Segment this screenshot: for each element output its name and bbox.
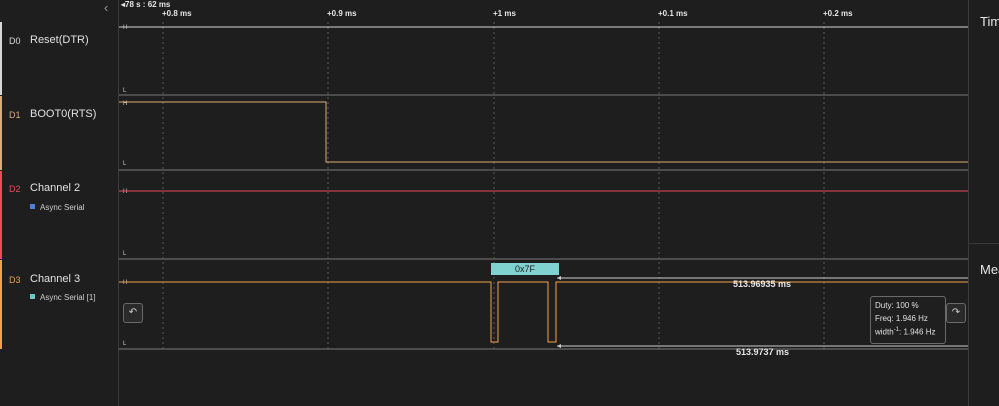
ruler-time-readout: ◂78 s : 62 ms (121, 0, 171, 9)
analyzer-color-swatch (30, 204, 35, 209)
tick-label: +0.2 ms (823, 9, 853, 18)
analyzer-label: Async Serial (40, 203, 85, 212)
d3-waveform[interactable] (119, 281, 968, 343)
tooltip-width: width-1: 1.946 Hz (875, 327, 936, 337)
right-side-panel: Timing Measurements (968, 0, 999, 406)
level-markers: H L H L H L H L (123, 25, 127, 347)
channel-name[interactable]: BOOT0(RTS) (30, 108, 96, 120)
lower-width-measurement: 513.9737 ms (736, 347, 790, 357)
waveform-canvas[interactable]: H L H L H L H L (0, 0, 999, 406)
tooltip-width-prefix: width (875, 327, 894, 337)
channel-name[interactable]: Channel 2 (30, 182, 80, 194)
channel-color-bar (0, 96, 2, 170)
channel-label-column: ‹ D0 Reset(DTR) D1 BOOT0(RTS) D2 Channel… (0, 0, 119, 406)
upper-width-measurement: 513.96935 ms (733, 279, 792, 289)
channel-id: D3 (9, 275, 21, 285)
d1-low-marker: L (123, 161, 127, 167)
upper-measure-arrow (557, 276, 561, 280)
tick-label: +1 ms (493, 9, 516, 18)
channel-color-bar (0, 260, 2, 349)
panel-divider (969, 243, 999, 244)
channel-id: D0 (9, 36, 21, 46)
time-ruler[interactable]: ◂78 s : 62 ms +0.8 ms +0.9 ms +1 ms +0.1… (119, 0, 968, 22)
measurements-panel-title[interactable]: Measurements (980, 262, 999, 277)
logic-analyzer-window: H L H L H L H L ◂78 s : 62 ms +0.8 ms +0… (0, 0, 999, 406)
tooltip-width-value: : 1.946 Hz (899, 327, 936, 337)
channel-name[interactable]: Reset(DTR) (30, 34, 89, 46)
d3-high-marker: H (123, 280, 127, 286)
timing-panel-title[interactable]: Timing (980, 14, 999, 29)
analyzer-tag[interactable]: Async Serial [1] (30, 293, 96, 302)
collapse-chevron-icon[interactable]: ‹ (104, 1, 108, 14)
tick-label: +0.9 ms (327, 9, 357, 18)
channel-row-d0[interactable]: D0 Reset(DTR) (0, 22, 118, 95)
d0-high-marker: H (123, 25, 127, 31)
lower-measure-arrow (557, 344, 561, 348)
decoded-byte-bubble[interactable]: 0x7F (491, 263, 559, 275)
d0-low-marker: L (123, 88, 127, 94)
channel-id: D1 (9, 110, 21, 120)
channel-row-d1[interactable]: D1 BOOT0(RTS) (0, 96, 118, 170)
channel-id: D2 (9, 184, 21, 194)
next-edge-icon[interactable]: ↷ (946, 303, 966, 323)
tick-label: +0.8 ms (162, 9, 192, 18)
tooltip-freq: Freq: 1.946 Hz (875, 314, 928, 323)
channel-color-bar (0, 22, 2, 95)
tick-label: +0.1 ms (658, 9, 688, 18)
analyzer-tag[interactable]: Async Serial (30, 203, 84, 212)
d3-low-marker: L (123, 341, 127, 347)
channel-row-d2[interactable]: D2 Channel 2 Async Serial (0, 171, 118, 259)
prev-edge-icon[interactable]: ↶ (123, 303, 143, 323)
analyzer-color-swatch (30, 294, 35, 299)
channel-name[interactable]: Channel 3 (30, 273, 80, 285)
channel-row-d3[interactable]: D3 Channel 3 Async Serial [1] (0, 260, 118, 349)
d2-high-marker: H (123, 189, 127, 195)
time-gridlines (162, 22, 825, 349)
analyzer-label: Async Serial [1] (40, 293, 96, 302)
ruler-time-value: 78 s : 62 ms (125, 0, 171, 9)
d1-waveform[interactable] (119, 101, 968, 163)
channel-color-bar (0, 171, 2, 259)
tooltip-duty: Duty: 100 % (875, 301, 919, 310)
d2-low-marker: L (123, 251, 127, 257)
measurement-tooltip: Duty: 100 % Freq: 1.946 Hz width-1: 1.94… (870, 296, 946, 344)
